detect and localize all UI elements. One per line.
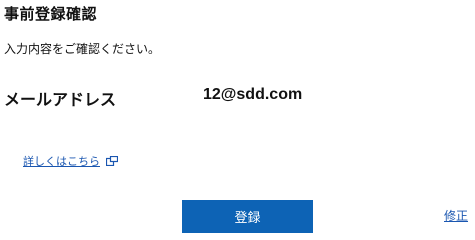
details-link[interactable]: 詳しくはこちら — [23, 153, 119, 169]
details-link-label: 詳しくはこちら — [23, 155, 100, 168]
page-title: 事前登録確認 — [4, 5, 98, 23]
instruction-text: 入力内容をご確認ください。 — [4, 42, 161, 56]
email-label: メールアドレス — [4, 90, 117, 109]
register-button[interactable]: 登録 — [182, 200, 313, 233]
email-value: 12@sdd.com — [203, 86, 303, 103]
external-link-icon — [105, 155, 119, 167]
edit-link[interactable]: 修正 — [444, 207, 468, 224]
